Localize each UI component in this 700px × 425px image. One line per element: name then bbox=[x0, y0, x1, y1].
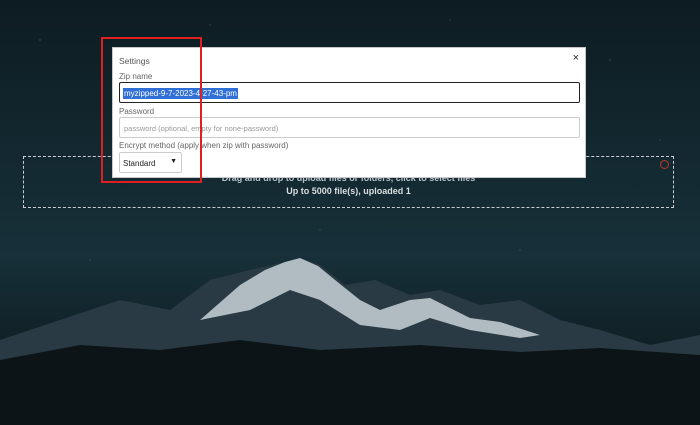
zip-name-label: Zip name bbox=[119, 72, 153, 81]
encrypt-method-select[interactable]: Standard ▼ bbox=[119, 152, 182, 173]
settings-dialog: Settings × Zip name myzipped-9-7-2023-4-… bbox=[112, 47, 586, 178]
encrypt-method-value: Standard bbox=[123, 159, 156, 168]
close-icon[interactable]: × bbox=[573, 52, 579, 64]
dropzone-status: Up to 5000 file(s), uploaded 1 bbox=[286, 186, 411, 196]
dialog-title: Settings bbox=[119, 56, 150, 66]
zip-name-value: myzipped-9-7-2023-4-27-43-pm bbox=[123, 88, 238, 99]
zip-name-input[interactable]: myzipped-9-7-2023-4-27-43-pm bbox=[119, 82, 580, 103]
chevron-down-icon: ▼ bbox=[170, 158, 177, 165]
remove-icon[interactable] bbox=[660, 160, 669, 169]
encrypt-method-label: Encrypt method (apply when zip with pass… bbox=[119, 141, 289, 150]
password-label: Password bbox=[119, 107, 155, 116]
password-input[interactable]: password (optional, empty for none-passw… bbox=[119, 117, 580, 138]
password-placeholder: password (optional, empty for none-passw… bbox=[124, 124, 279, 133]
